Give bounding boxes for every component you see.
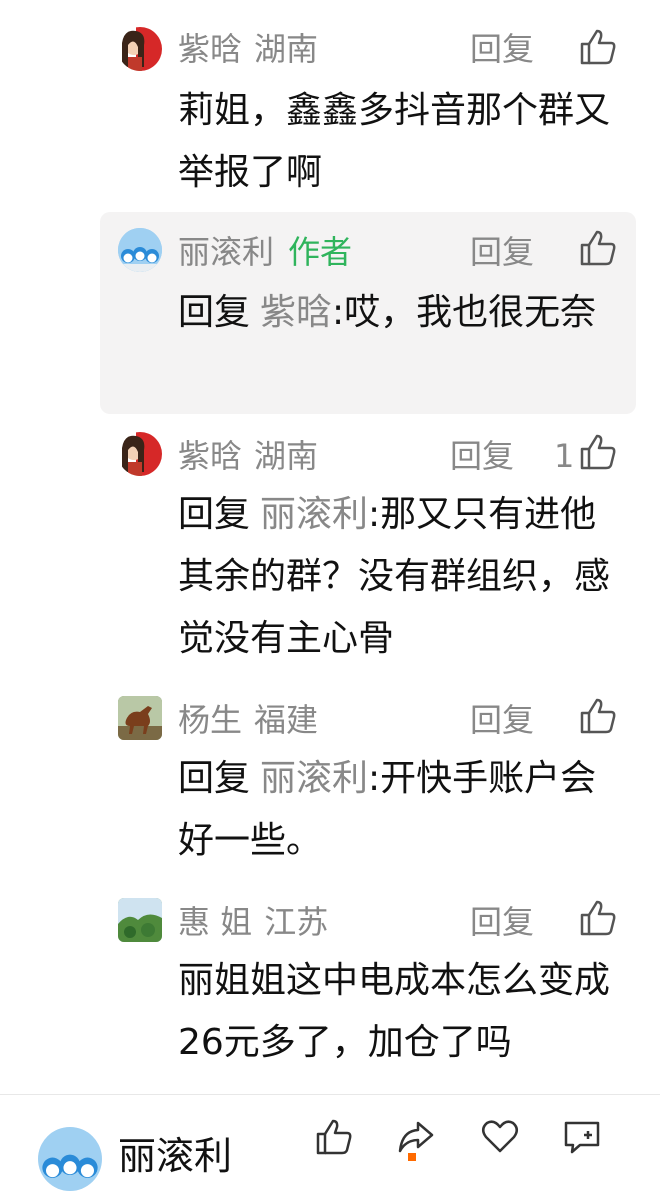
location-label: 江苏 xyxy=(264,903,329,941)
share-icon[interactable] xyxy=(396,1117,436,1161)
like-count: 1 xyxy=(554,437,575,475)
username[interactable]: 紫晗 xyxy=(178,437,242,475)
username[interactable]: 惠 姐 xyxy=(178,903,252,941)
author-badge: 作者 xyxy=(288,233,353,271)
comment-add-icon[interactable] xyxy=(562,1117,602,1157)
username[interactable]: 杨生 xyxy=(178,701,242,739)
like-icon[interactable] xyxy=(314,1117,354,1157)
doraemon-avatar-icon[interactable] xyxy=(38,1127,102,1191)
reply-prefix: 回复 xyxy=(178,292,251,333)
comment-header: 丽滚利 作者 xyxy=(178,230,352,274)
reply-prefix: 回复 xyxy=(178,758,251,799)
like-icon[interactable] xyxy=(578,27,618,67)
location-label: 福建 xyxy=(254,701,319,739)
comment-text: 丽姐姐这中电成本怎么变成26元多了，加仓了吗 xyxy=(178,960,611,1063)
reply-target-user[interactable]: 紫晗 xyxy=(260,292,332,333)
comment-header: 杨生 福建 xyxy=(178,698,318,742)
username[interactable]: 紫晗 xyxy=(178,30,242,68)
reply-target-user[interactable]: 丽滚利 xyxy=(260,758,368,799)
comment-text: 莉姐，鑫鑫多抖音那个群又举报了啊 xyxy=(178,90,611,193)
reply-button[interactable]: 回复 xyxy=(470,698,534,742)
comment-text: 回复 紫晗:哎，我也很无奈 xyxy=(178,292,597,333)
like-icon[interactable] xyxy=(578,696,618,736)
reply-button[interactable]: 回复 xyxy=(450,434,514,478)
reply-target-user[interactable]: 丽滚利 xyxy=(260,494,368,535)
location-label: 湖南 xyxy=(254,30,319,68)
doraemon-avatar-icon[interactable] xyxy=(118,228,162,272)
reply-button[interactable]: 回复 xyxy=(470,900,534,944)
like-icon[interactable] xyxy=(578,432,618,472)
landscape-avatar-icon[interactable] xyxy=(118,898,162,942)
comment-header: 惠 姐江苏 xyxy=(178,900,328,944)
reply-button[interactable]: 回复 xyxy=(470,27,534,71)
like-icon[interactable] xyxy=(578,228,618,268)
reply-button[interactable]: 回复 xyxy=(470,230,534,274)
bottom-action-bar: 丽滚利 xyxy=(0,1094,660,1191)
favorite-icon[interactable] xyxy=(480,1117,520,1157)
comment-header: 紫晗 湖南 xyxy=(178,434,318,478)
comment-text: 回复 丽滚利:开快手账户会好一些。 xyxy=(178,758,597,861)
reply-prefix: 回复 xyxy=(178,494,251,535)
comment-header: 紫晗 湖南 xyxy=(178,27,318,71)
author-name[interactable]: 丽滚利 xyxy=(118,1131,232,1181)
horse-avatar-icon[interactable] xyxy=(118,696,162,740)
location-label: 湖南 xyxy=(254,437,319,475)
comment-text: 回复 丽滚利:那又只有进他其余的群？没有群组织，感觉没有主心骨 xyxy=(178,494,611,659)
like-icon[interactable] xyxy=(578,898,618,938)
girl-red-dress-avatar-icon[interactable] xyxy=(118,432,162,476)
username[interactable]: 丽滚利 xyxy=(178,233,274,271)
girl-red-dress-avatar-icon[interactable] xyxy=(118,27,162,71)
